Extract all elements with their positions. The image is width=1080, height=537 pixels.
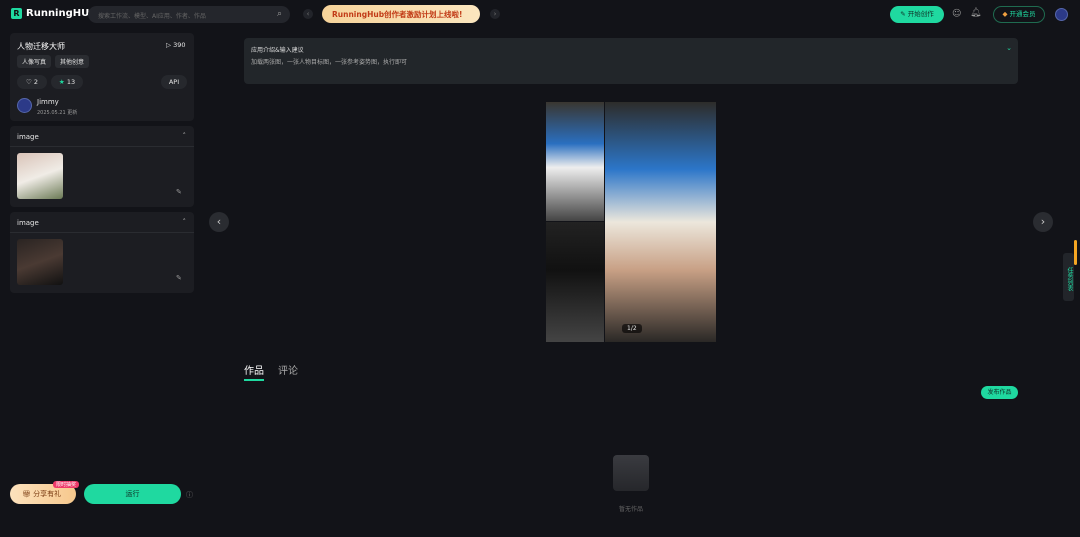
- app-description: 应用介绍&输入建议 加载两张图，一张人物目标图，一张参考姿势图，执行即可 ⌄: [244, 38, 1018, 84]
- tab-works[interactable]: 作品: [244, 362, 264, 381]
- description-title: 应用介绍&输入建议: [251, 47, 304, 54]
- logo[interactable]: R RunningHUB: [11, 8, 97, 19]
- chevron-up-icon[interactable]: ˄: [183, 218, 187, 226]
- heart-icon: ♡: [25, 78, 34, 86]
- top-bar: R RunningHUB 搜索工作流、模型、AI应用、作者、作品 ⌕ ‹ Runni…: [0, 0, 1080, 30]
- image-input-1: image ˄ ✎: [10, 126, 194, 207]
- result-image[interactable]: 1/2: [546, 102, 716, 342]
- author-avatar[interactable]: [17, 98, 32, 113]
- section-title: image: [17, 219, 39, 227]
- brush-icon: ✎: [900, 10, 908, 18]
- api-button[interactable]: API: [161, 75, 187, 89]
- gift-icon: 🎁︎: [22, 490, 34, 498]
- logo-icon: R: [11, 8, 22, 19]
- star-icon: ★: [58, 78, 67, 86]
- tag[interactable]: 人像写真: [17, 55, 52, 68]
- gallery-next-button[interactable]: ›: [1033, 212, 1053, 232]
- expand-icon[interactable]: ⌄: [1006, 44, 1012, 52]
- tab-comments[interactable]: 评论: [278, 362, 298, 381]
- author-name[interactable]: Jimmy: [37, 98, 59, 106]
- search-input[interactable]: 搜索工作流、模型、AI应用、作者、作品 ⌕: [88, 6, 290, 23]
- run-count: ▷ 390: [166, 41, 186, 49]
- start-create-button[interactable]: ✎ 开始创作: [890, 6, 944, 23]
- promo-banner[interactable]: RunningHub创作者激励计划上线啦!: [322, 5, 480, 23]
- divider: [10, 146, 194, 147]
- image-input-2: image ˄ ✎: [10, 212, 194, 293]
- search-icon[interactable]: ⌕: [277, 9, 282, 19]
- empty-text: 暂无作品: [618, 506, 643, 513]
- image-panel: [546, 222, 604, 342]
- publish-button[interactable]: 发布作品: [981, 386, 1018, 399]
- diamond-icon: ◆: [1002, 10, 1010, 18]
- uploaded-image[interactable]: [17, 239, 63, 285]
- image-panel: [546, 102, 604, 221]
- image-counter: 1/2: [622, 324, 642, 333]
- divider: [10, 232, 194, 233]
- community-icon[interactable]: ☺: [952, 9, 961, 19]
- tag[interactable]: 其他创意: [55, 55, 90, 68]
- empty-icon: [613, 455, 649, 491]
- star-button[interactable]: ★ 13: [51, 75, 83, 89]
- user-avatar[interactable]: [1055, 8, 1068, 21]
- scrollbar[interactable]: [1074, 240, 1077, 265]
- info-icon[interactable]: ⓘ: [186, 490, 193, 500]
- edit-icon[interactable]: ✎: [176, 188, 182, 196]
- chevron-up-icon[interactable]: ˄: [183, 132, 187, 140]
- app-title: 人物迁移大师: [17, 42, 65, 51]
- edit-icon[interactable]: ✎: [176, 274, 182, 282]
- banner-next-button[interactable]: ›: [490, 9, 500, 19]
- vip-button[interactable]: ◆ 开通会员: [993, 6, 1045, 23]
- gallery-prev-button[interactable]: ‹: [209, 212, 229, 232]
- tabs: 作品 评论: [244, 362, 298, 381]
- image-panel: [605, 102, 716, 342]
- share-badge: 限时抽奖: [53, 481, 80, 488]
- uploaded-image[interactable]: [17, 153, 63, 199]
- description-text: 加载两张图，一张人物目标图，一张参考姿势图，执行即可: [251, 59, 408, 66]
- updated-date: 2025.05.21 更新: [37, 110, 78, 116]
- app-info-card: 人物迁移大师 ▷ 390 人像写真 其他创意 ♡ 2 ★ 13 API Jimm…: [10, 33, 194, 121]
- like-button[interactable]: ♡ 2: [17, 75, 47, 89]
- bell-icon[interactable]: 🔔︎: [970, 8, 981, 18]
- task-list-tab[interactable]: 任务列表: [1063, 253, 1074, 301]
- section-title: image: [17, 133, 39, 141]
- banner-prev-button[interactable]: ‹: [303, 9, 313, 19]
- run-button[interactable]: 运行: [84, 484, 181, 504]
